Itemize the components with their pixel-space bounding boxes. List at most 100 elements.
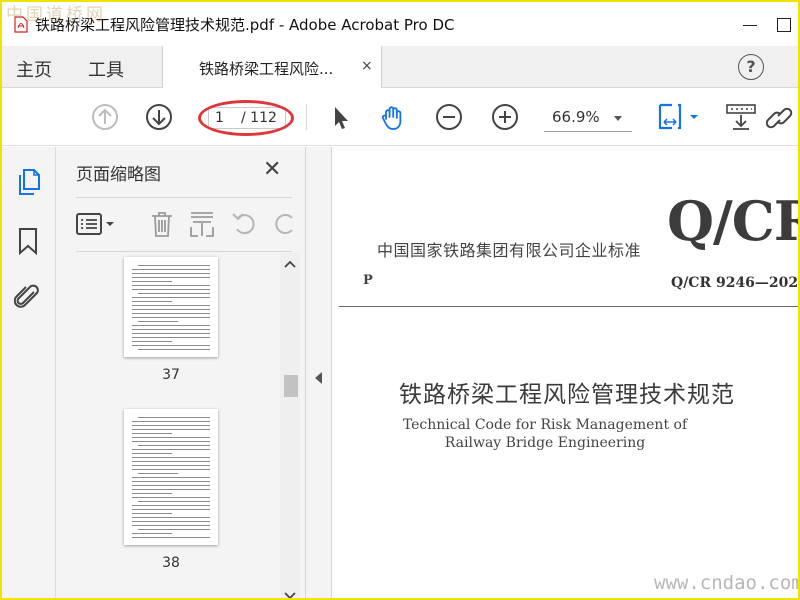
thumbnail-text-line bbox=[132, 533, 172, 534]
thumbnail-text-line bbox=[138, 417, 210, 418]
thumbnail-text-line bbox=[132, 269, 210, 270]
arrow-up-circle-icon[interactable] bbox=[90, 102, 120, 132]
close-panel-button[interactable]: ✕ bbox=[263, 157, 281, 182]
thumbnail-text-line bbox=[132, 497, 210, 498]
arrow-down-circle-icon[interactable] bbox=[144, 102, 174, 132]
rotate-right-icon[interactable] bbox=[270, 209, 294, 239]
thumbnail-text-line bbox=[132, 477, 210, 478]
thumbnail-text-line bbox=[132, 481, 210, 482]
thumbnail-text-line bbox=[132, 309, 210, 310]
tab-bar: 主页 工具 铁路桥梁工程风险... × ? bbox=[2, 46, 798, 88]
minimize-button[interactable] bbox=[737, 10, 765, 38]
page-thumbnails-icon[interactable] bbox=[15, 167, 43, 197]
thumbnail-text-line bbox=[138, 349, 210, 350]
thumbnail-text-line bbox=[132, 465, 210, 466]
thumbnail-text-line bbox=[132, 505, 210, 506]
thumbnail-page-38[interactable] bbox=[124, 409, 218, 545]
thumbnail-text-line bbox=[138, 321, 178, 322]
document-title-english-line1: Technical Code for Risk Management of bbox=[402, 417, 688, 433]
maximize-button[interactable] bbox=[770, 10, 798, 38]
acrobat-window: 铁路桥梁工程风险管理技术规范.pdf - Adobe Acrobat Pro D… bbox=[0, 0, 800, 600]
collapse-arrow-icon[interactable] bbox=[315, 372, 322, 384]
thumbnail-text-line bbox=[132, 421, 210, 422]
insert-page-icon[interactable] bbox=[188, 209, 216, 239]
thumbnail-text-line bbox=[132, 489, 210, 490]
thumbnail-text-line bbox=[132, 345, 210, 346]
thumbnail-text-line bbox=[132, 341, 172, 342]
thumbnail-text-line bbox=[132, 337, 210, 338]
rotate-left-icon[interactable] bbox=[230, 209, 260, 239]
panel-divider bbox=[76, 197, 292, 198]
thumbnail-text-line bbox=[138, 445, 210, 446]
chevron-down-icon[interactable] bbox=[284, 591, 296, 600]
thumbnail-label: 38 bbox=[162, 555, 180, 571]
pdf-file-icon bbox=[14, 16, 28, 33]
home-tab[interactable]: 主页 bbox=[16, 56, 52, 82]
window-title: 铁路桥梁工程风险管理技术规范.pdf - Adobe Acrobat Pro D… bbox=[35, 16, 455, 34]
hand-icon[interactable] bbox=[378, 102, 408, 132]
thumbnail-text-line bbox=[132, 333, 210, 334]
thumbnail-text-line bbox=[132, 537, 210, 538]
thumbnail-text-line bbox=[138, 265, 210, 266]
thumbnail-text-line bbox=[132, 317, 210, 318]
chevron-down-icon bbox=[614, 116, 622, 121]
scroll-mode-icon[interactable] bbox=[724, 102, 758, 132]
scrollbar-thumb[interactable] bbox=[284, 375, 298, 397]
thumbnail-text-line bbox=[132, 509, 210, 510]
plus-circle-icon[interactable] bbox=[490, 102, 520, 132]
link-icon[interactable] bbox=[766, 102, 798, 132]
zoom-value: 66.9% bbox=[552, 108, 600, 126]
thumbnail-text-line bbox=[132, 433, 172, 434]
thumbnail-text-line bbox=[132, 289, 210, 290]
thumbnail-text-line bbox=[132, 461, 210, 462]
thumbnail-scrollbar[interactable] bbox=[280, 253, 300, 600]
fit-width-icon[interactable] bbox=[656, 102, 702, 132]
category-letter: P bbox=[363, 273, 373, 288]
thumbnail-text-line bbox=[132, 485, 210, 486]
thumbnail-text-line bbox=[132, 469, 210, 470]
toolbar-divider bbox=[306, 104, 307, 130]
thumbnail-text-line bbox=[138, 473, 178, 474]
delete-icon[interactable] bbox=[148, 209, 176, 239]
thumbnail-text-line bbox=[132, 313, 210, 314]
document-tab[interactable]: 铁路桥梁工程风险... × bbox=[162, 46, 382, 88]
thumbnail-text-line bbox=[132, 281, 172, 282]
page-thumbnails-panel: 页面缩略图 ✕ 37 38 bbox=[56, 147, 306, 600]
thumbnail-text-line bbox=[132, 305, 210, 306]
cursor-arrow-icon[interactable] bbox=[326, 102, 356, 132]
tools-tab[interactable]: 工具 bbox=[88, 56, 124, 82]
help-circle-icon[interactable]: ? bbox=[738, 54, 764, 80]
thumbnail-text-line bbox=[132, 517, 210, 518]
title-bar: 铁路桥梁工程风险管理技术规范.pdf - Adobe Acrobat Pro D… bbox=[2, 2, 798, 46]
panel-divider bbox=[76, 251, 292, 252]
thumbnail-text-line bbox=[132, 297, 210, 298]
thumbnail-text-line bbox=[132, 329, 210, 330]
thumbnail-text-line bbox=[132, 521, 210, 522]
thumbnail-text-line bbox=[132, 273, 210, 274]
panel-splitter[interactable] bbox=[306, 147, 332, 598]
thumbnail-text-line bbox=[138, 501, 210, 502]
panel-title: 页面缩略图 bbox=[76, 165, 161, 185]
thumbnail-text-line bbox=[132, 285, 210, 286]
toolbar: 1 / 112 66.9% bbox=[2, 88, 798, 146]
thumbnail-label: 37 bbox=[162, 367, 180, 383]
thumbnail-text-line bbox=[132, 437, 210, 438]
thumbnail-text-line bbox=[132, 449, 210, 450]
bookmark-icon[interactable] bbox=[17, 227, 39, 255]
close-tab-button[interactable]: × bbox=[361, 58, 373, 74]
thumbnail-text-line bbox=[132, 325, 210, 326]
zoom-dropdown[interactable]: 66.9% bbox=[544, 104, 632, 132]
thumbnail-options-icon[interactable] bbox=[74, 209, 118, 239]
thumbnail-page-37[interactable] bbox=[124, 257, 218, 357]
thumbnail-text-line bbox=[132, 525, 210, 526]
navigation-rail bbox=[2, 147, 56, 598]
document-view[interactable]: Q/CR 中国国家铁路集团有限公司企业标准 P Q/CR 9246—2020 铁… bbox=[333, 147, 798, 598]
thumbnail-text-line bbox=[132, 429, 210, 430]
thumbnail-text-line bbox=[132, 493, 172, 494]
document-tab-label: 铁路桥梁工程风险... bbox=[199, 60, 334, 78]
attachment-icon[interactable] bbox=[14, 283, 42, 311]
document-page: Q/CR 中国国家铁路集团有限公司企业标准 P Q/CR 9246—2020 铁… bbox=[335, 151, 798, 598]
thumbnail-text-line bbox=[132, 441, 210, 442]
chevron-up-icon[interactable] bbox=[284, 259, 296, 269]
minus-circle-icon[interactable] bbox=[434, 102, 464, 132]
